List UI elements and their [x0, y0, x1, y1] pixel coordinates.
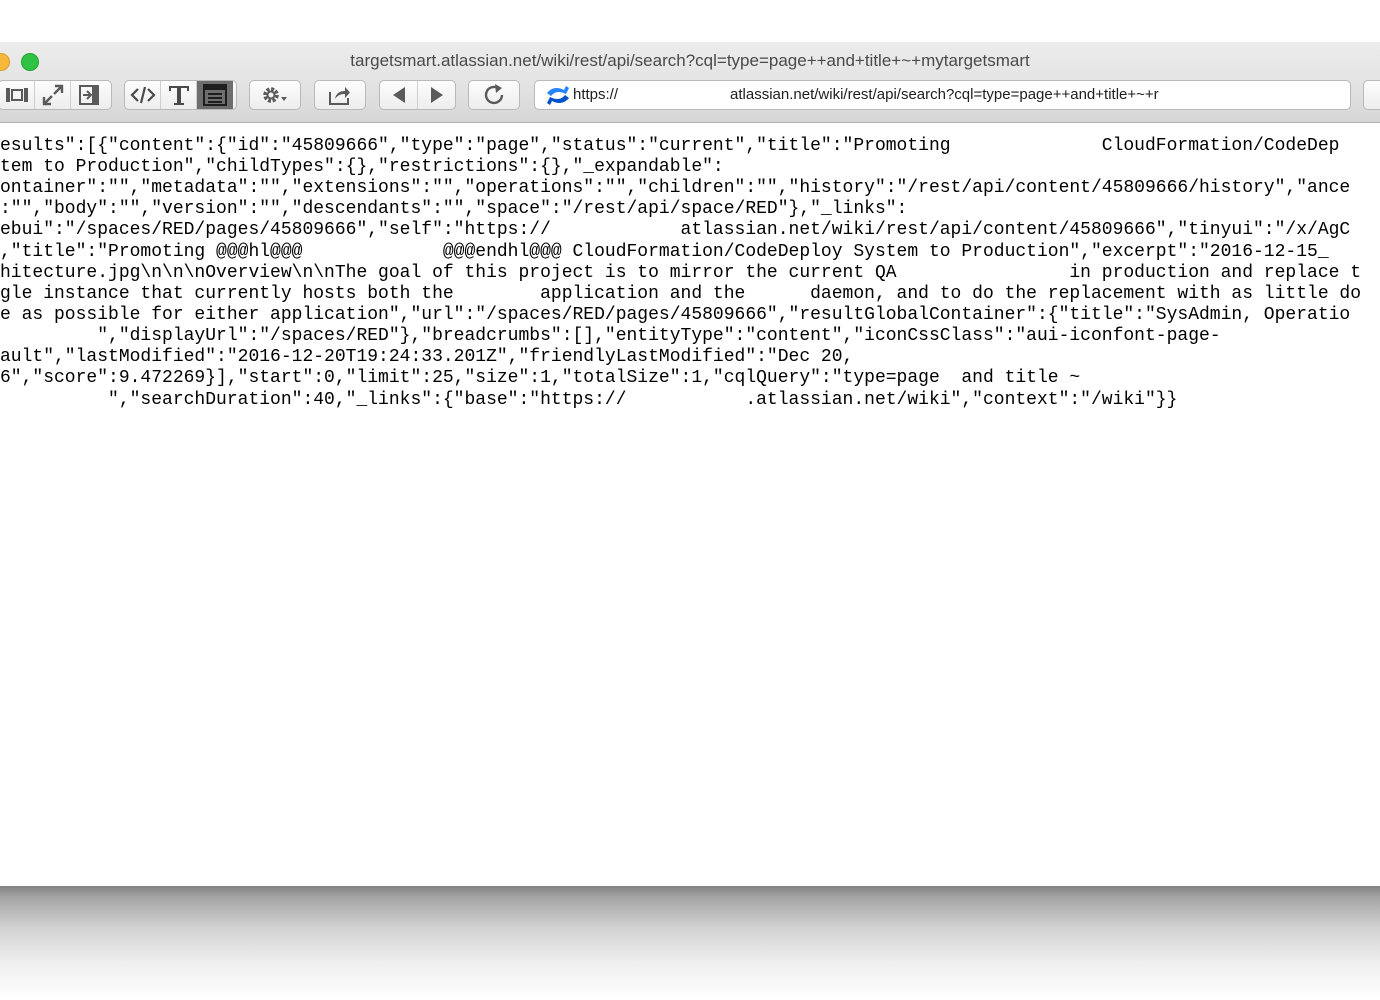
json-line: hitecture.jpg\n\n\nOverview\n\nThe goal … — [0, 263, 1362, 283]
settings-button[interactable] — [250, 81, 300, 109]
reload-button[interactable] — [469, 81, 519, 109]
content-mode-group — [124, 80, 237, 110]
reload-group — [468, 80, 520, 110]
share-button[interactable] — [315, 81, 365, 109]
share-group — [314, 80, 366, 110]
back-button[interactable] — [380, 81, 418, 109]
text-t-icon — [168, 86, 189, 105]
overflow-button[interactable] — [1363, 80, 1380, 110]
address-prefix: https:// — [573, 86, 619, 103]
settings-group — [249, 80, 301, 110]
json-line: ebui":"/spaces/RED/pages/45809666","self… — [0, 220, 1351, 240]
reader-icon — [203, 84, 227, 106]
text-format-button[interactable] — [161, 81, 197, 109]
window-shadow — [0, 884, 1380, 1000]
browser-window: targetsmart.atlassian.net/wiki/rest/api/… — [0, 42, 1380, 886]
open-in-panel-button[interactable] — [71, 81, 107, 109]
json-line: :"","body":"","version":"","descendants"… — [0, 199, 908, 219]
reload-icon — [484, 84, 504, 105]
title-bar: targetsmart.atlassian.net/wiki/rest/api/… — [0, 42, 1380, 123]
reader-view-button[interactable] — [197, 81, 233, 109]
json-line: e as possible for either application","u… — [0, 305, 1351, 325]
json-line: gle instance that currently hosts both t… — [0, 284, 1362, 304]
code-icon — [129, 86, 156, 104]
view-source-button[interactable] — [125, 81, 161, 109]
window-title: targetsmart.atlassian.net/wiki/rest/api/… — [350, 51, 1030, 70]
json-line: 6","score":9.472269}],"start":0,"limit":… — [0, 368, 1081, 388]
forward-button[interactable] — [418, 81, 455, 109]
layout-icon — [5, 88, 28, 102]
address-suffix: atlassian.net/wiki/rest/api/search?cql=t… — [730, 86, 1159, 103]
json-line: ontainer":"","metadata":"","extensions":… — [0, 178, 1351, 198]
json-line: ","searchDuration":40,"_links":{"base":"… — [0, 390, 1178, 410]
share-icon — [329, 87, 350, 105]
json-line: tem to Production","childTypes":{},"rest… — [0, 157, 724, 177]
triangle-right-icon — [430, 87, 443, 103]
expand-arrows-icon — [42, 84, 63, 106]
json-line: ,"title":"Promoting @@@hl@@@ @@@endhl@@@… — [0, 242, 1329, 262]
json-line: ","displayUrl":"/spaces/RED"},"breadcrum… — [0, 326, 1221, 346]
history-nav-group — [379, 80, 456, 110]
triangle-left-icon — [392, 87, 405, 103]
view-mode-group — [0, 80, 112, 110]
address-bar[interactable]: https:// atlassian.net/wiki/rest/api/sear… — [534, 80, 1351, 110]
json-line: ault","lastModified":"2016-12-20T19:24:3… — [0, 347, 854, 367]
fullscreen-button[interactable] — [35, 81, 71, 109]
panel-arrow-icon — [79, 85, 99, 105]
address-end-mask — [1211, 82, 1321, 108]
sidebar-layout-button[interactable] — [0, 81, 35, 109]
json-line: esults":[{"content":{"id":"45809666","ty… — [0, 136, 1340, 156]
confluence-icon — [547, 86, 569, 105]
gear-icon — [263, 87, 287, 103]
json-content: esults":[{"content":{"id":"45809666","ty… — [0, 123, 1380, 883]
